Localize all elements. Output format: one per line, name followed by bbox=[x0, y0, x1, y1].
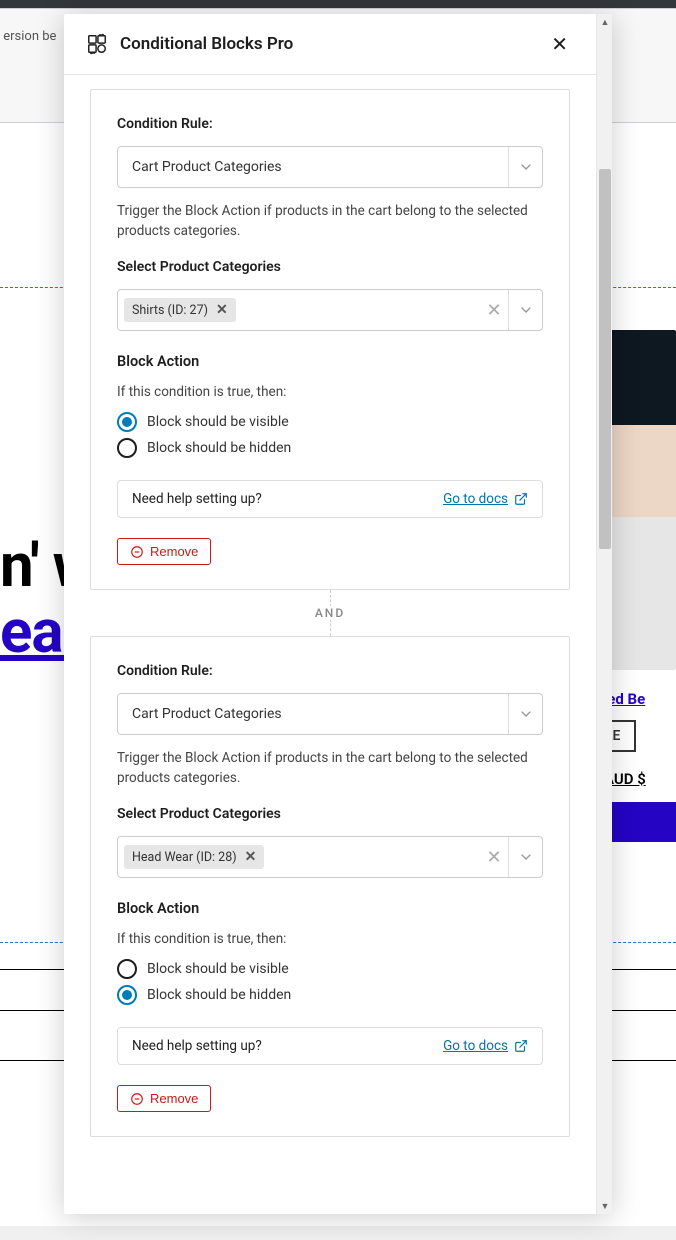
modal-title: Conditional Blocks Pro bbox=[86, 33, 293, 55]
scroll-up-arrow[interactable]: ▲ bbox=[597, 14, 613, 30]
radio-icon bbox=[117, 438, 137, 458]
help-row: Need help setting up? Go to docs bbox=[117, 480, 543, 518]
category-tag: Head Wear (ID: 28) ✕ bbox=[124, 845, 264, 869]
radio-icon bbox=[117, 412, 137, 432]
chevron-down-icon[interactable] bbox=[508, 147, 542, 187]
and-separator: AND bbox=[90, 590, 570, 636]
remove-tag-icon[interactable]: ✕ bbox=[241, 849, 261, 865]
rule-helptext: Trigger the Block Action if products in … bbox=[117, 202, 543, 241]
external-link-icon bbox=[514, 492, 528, 506]
modal-scrollbar[interactable]: ▲ ▼ bbox=[596, 14, 612, 1214]
condition-card-1: Condition Rule: Cart Product Categories … bbox=[90, 89, 570, 590]
blocks-icon bbox=[86, 33, 108, 55]
help-row: Need help setting up? Go to docs bbox=[117, 1027, 543, 1065]
label-condition-rule: Condition Rule: bbox=[117, 663, 543, 679]
condition-rule-select[interactable]: Cart Product Categories bbox=[117, 693, 543, 735]
radio-hidden[interactable]: Block should be hidden bbox=[117, 985, 543, 1005]
condition-card-2: Condition Rule: Cart Product Categories … bbox=[90, 636, 570, 1137]
chevron-down-icon[interactable] bbox=[508, 837, 542, 877]
remove-condition-button[interactable]: Remove bbox=[117, 538, 211, 565]
clear-all-icon[interactable]: ✕ bbox=[480, 290, 508, 330]
close-button[interactable]: ✕ bbox=[545, 30, 574, 58]
radio-visible[interactable]: Block should be visible bbox=[117, 412, 543, 432]
radio-icon bbox=[117, 985, 137, 1005]
rule-helptext: Trigger the Block Action if products in … bbox=[117, 749, 543, 788]
minus-circle-icon bbox=[130, 545, 144, 559]
if-condition-text: If this condition is true, then: bbox=[117, 931, 543, 947]
categories-multiselect[interactable]: Shirts (ID: 27) ✕ ✕ bbox=[117, 289, 543, 331]
chevron-down-icon[interactable] bbox=[508, 290, 542, 330]
remove-tag-icon[interactable]: ✕ bbox=[212, 302, 232, 318]
categories-multiselect[interactable]: Head Wear (ID: 28) ✕ ✕ bbox=[117, 836, 543, 878]
label-condition-rule: Condition Rule: bbox=[117, 116, 543, 132]
block-action-heading: Block Action bbox=[117, 900, 543, 917]
help-text: Need help setting up? bbox=[132, 1038, 262, 1054]
clear-all-icon[interactable]: ✕ bbox=[480, 837, 508, 877]
scroll-thumb[interactable] bbox=[599, 169, 611, 549]
label-select-categories: Select Product Categories bbox=[117, 806, 543, 822]
minus-circle-icon bbox=[130, 1092, 144, 1106]
label-select-categories: Select Product Categories bbox=[117, 259, 543, 275]
external-link-icon bbox=[514, 1039, 528, 1053]
chevron-down-icon[interactable] bbox=[508, 694, 542, 734]
block-action-heading: Block Action bbox=[117, 353, 543, 370]
remove-condition-button[interactable]: Remove bbox=[117, 1085, 211, 1112]
scroll-down-arrow[interactable]: ▼ bbox=[597, 1198, 613, 1214]
category-tag: Shirts (ID: 27) ✕ bbox=[124, 298, 236, 322]
if-condition-text: If this condition is true, then: bbox=[117, 384, 543, 400]
select-value: Cart Product Categories bbox=[118, 147, 508, 187]
help-text: Need help setting up? bbox=[132, 491, 262, 507]
conditional-blocks-modal: ▲ ▼ Conditional Blocks Pro ✕ Condition R… bbox=[64, 14, 612, 1214]
docs-link[interactable]: Go to docs bbox=[443, 1038, 528, 1054]
condition-rule-select[interactable]: Cart Product Categories bbox=[117, 146, 543, 188]
radio-visible[interactable]: Block should be visible bbox=[117, 959, 543, 979]
docs-link[interactable]: Go to docs bbox=[443, 491, 528, 507]
radio-hidden[interactable]: Block should be hidden bbox=[117, 438, 543, 458]
radio-icon bbox=[117, 959, 137, 979]
select-value: Cart Product Categories bbox=[118, 694, 508, 734]
